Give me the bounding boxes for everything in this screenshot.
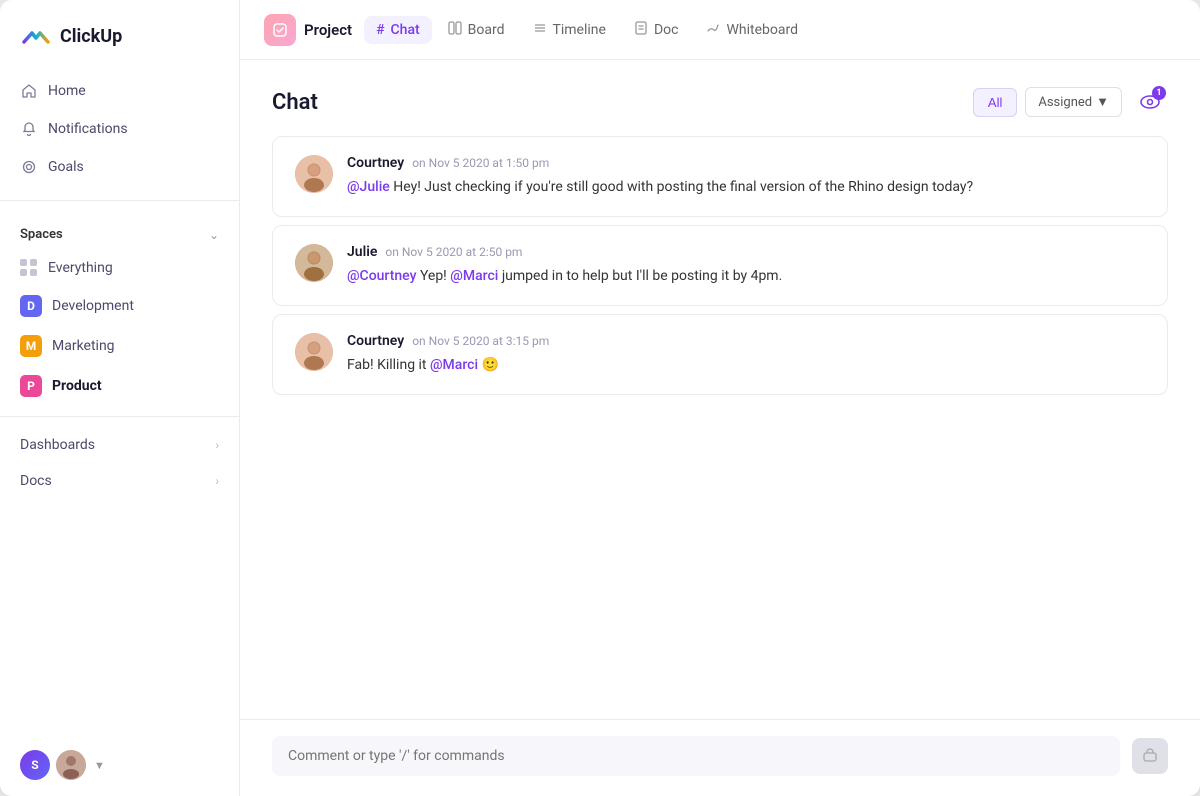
sidebar-item-home[interactable]: Home — [0, 72, 239, 110]
sidebar-item-notifications[interactable]: Notifications — [0, 110, 239, 148]
everything-label: Everything — [48, 260, 113, 276]
home-icon — [20, 82, 38, 100]
mention-marci: @Marci — [450, 268, 498, 284]
message-text: @Julie Hey! Just checking if you're stil… — [347, 177, 1145, 198]
bell-icon — [20, 120, 38, 138]
comment-box-area — [240, 719, 1200, 796]
clickup-logo-icon — [20, 20, 52, 52]
sidebar-item-product[interactable]: P Product — [0, 366, 239, 406]
app-logo: ClickUp — [0, 0, 239, 68]
notification-badge: 1 — [1152, 86, 1166, 100]
courtney-avatar-2 — [295, 333, 333, 371]
filter-all-button[interactable]: All — [973, 88, 1017, 117]
chat-tab-icon: # — [376, 22, 384, 38]
chat-header: Chat All Assigned ▼ 1 — [240, 60, 1200, 136]
chat-page-title: Chat — [272, 90, 318, 115]
sidebar-item-marketing[interactable]: M Marketing — [0, 326, 239, 366]
user-dropdown-chevron-icon: ▼ — [94, 759, 105, 772]
sidebar-item-goals[interactable]: Goals — [0, 148, 239, 186]
top-tabs-bar: Project # Chat Board — [240, 0, 1200, 60]
message-content: Courtney on Nov 5 2020 at 3:15 pm Fab! K… — [347, 333, 1145, 376]
mention-courtney: @Courtney — [347, 268, 416, 284]
spaces-label: Spaces — [20, 227, 63, 242]
message-meta: Courtney on Nov 5 2020 at 3:15 pm — [347, 333, 1145, 349]
docs-chevron-icon: › — [215, 474, 219, 488]
grid-icon — [20, 259, 38, 277]
tab-doc[interactable]: Doc — [622, 15, 691, 45]
sidebar-goals-label: Goals — [48, 159, 84, 175]
app-name: ClickUp — [60, 26, 122, 47]
chat-area: Chat All Assigned ▼ 1 — [240, 60, 1200, 796]
message-content: Julie on Nov 5 2020 at 2:50 pm @Courtney… — [347, 244, 1145, 287]
tab-whiteboard[interactable]: Whiteboard — [694, 15, 810, 45]
send-button[interactable] — [1132, 738, 1168, 774]
chat-tab-label: Chat — [391, 22, 420, 38]
project-label: Project — [264, 14, 352, 46]
user-avatar-photo — [56, 750, 86, 780]
message-time: on Nov 5 2020 at 3:15 pm — [412, 334, 549, 348]
message-author: Courtney — [347, 155, 404, 171]
doc-tab-label: Doc — [654, 22, 679, 38]
sidebar: ClickUp Home N — [0, 0, 240, 796]
send-icon — [1142, 748, 1158, 764]
message-item: Courtney on Nov 5 2020 at 3:15 pm Fab! K… — [272, 314, 1168, 395]
message-item: Courtney on Nov 5 2020 at 1:50 pm @Julie… — [272, 136, 1168, 217]
doc-tab-icon — [634, 21, 648, 39]
whiteboard-tab-label: Whiteboard — [726, 22, 798, 38]
chat-filters: All Assigned ▼ — [973, 87, 1122, 117]
sidebar-item-development[interactable]: D Development — [0, 286, 239, 326]
project-icon — [264, 14, 296, 46]
comment-input[interactable] — [272, 736, 1120, 776]
dashboards-chevron-icon: › — [215, 438, 219, 452]
filter-assigned-dropdown[interactable]: Assigned ▼ — [1025, 87, 1122, 117]
messages-list: Courtney on Nov 5 2020 at 1:50 pm @Julie… — [240, 136, 1200, 719]
sidebar-item-everything[interactable]: Everything — [0, 250, 239, 286]
message-text: @Courtney Yep! @Marci jumped in to help … — [347, 266, 1145, 287]
notifications-eye-button[interactable]: 1 — [1132, 84, 1168, 120]
marketing-label: Marketing — [52, 338, 115, 354]
message-meta: Julie on Nov 5 2020 at 2:50 pm — [347, 244, 1145, 260]
mention-marci-2: @Marci — [430, 357, 478, 373]
product-badge: P — [20, 375, 42, 397]
development-badge: D — [20, 295, 42, 317]
docs-label: Docs — [20, 473, 52, 489]
sidebar-item-dashboards[interactable]: Dashboards › — [0, 427, 239, 463]
dashboards-label: Dashboards — [20, 437, 95, 453]
sidebar-item-docs[interactable]: Docs › — [0, 463, 239, 499]
message-text: Fab! Killing it @Marci 🙂 — [347, 355, 1145, 376]
message-time: on Nov 5 2020 at 2:50 pm — [385, 245, 522, 259]
user-avatar-s: S — [20, 750, 50, 780]
sidebar-home-label: Home — [48, 83, 86, 99]
julie-avatar — [295, 244, 333, 282]
tab-chat[interactable]: # Chat — [364, 16, 432, 44]
timeline-tab-label: Timeline — [553, 22, 606, 38]
timeline-tab-icon — [533, 21, 547, 39]
filter-assigned-label: Assigned — [1038, 95, 1092, 110]
project-title: Project — [304, 21, 352, 39]
message-author: Courtney — [347, 333, 404, 349]
spaces-chevron-icon: ⌄ — [209, 228, 219, 242]
message-time: on Nov 5 2020 at 1:50 pm — [412, 156, 549, 170]
main-nav: Home Notifications — [0, 68, 239, 190]
sidebar-notifications-label: Notifications — [48, 121, 128, 137]
message-meta: Courtney on Nov 5 2020 at 1:50 pm — [347, 155, 1145, 171]
board-tab-icon — [448, 21, 462, 39]
message-item: Julie on Nov 5 2020 at 2:50 pm @Courtney… — [272, 225, 1168, 306]
mention-julie: @Julie — [347, 179, 390, 195]
message-author: Julie — [347, 244, 377, 260]
product-label: Product — [52, 378, 102, 394]
development-label: Development — [52, 298, 134, 314]
user-area[interactable]: S ▼ — [0, 734, 239, 796]
filter-assigned-chevron-icon: ▼ — [1096, 94, 1109, 110]
main-content: Project # Chat Board — [240, 0, 1200, 796]
marketing-badge: M — [20, 335, 42, 357]
spaces-section-header[interactable]: Spaces ⌄ — [0, 211, 239, 250]
tab-board[interactable]: Board — [436, 15, 517, 45]
board-tab-label: Board — [468, 22, 505, 38]
courtney-avatar — [295, 155, 333, 193]
message-content: Courtney on Nov 5 2020 at 1:50 pm @Julie… — [347, 155, 1145, 198]
tab-timeline[interactable]: Timeline — [521, 15, 618, 45]
target-icon — [20, 158, 38, 176]
whiteboard-tab-icon — [706, 21, 720, 39]
